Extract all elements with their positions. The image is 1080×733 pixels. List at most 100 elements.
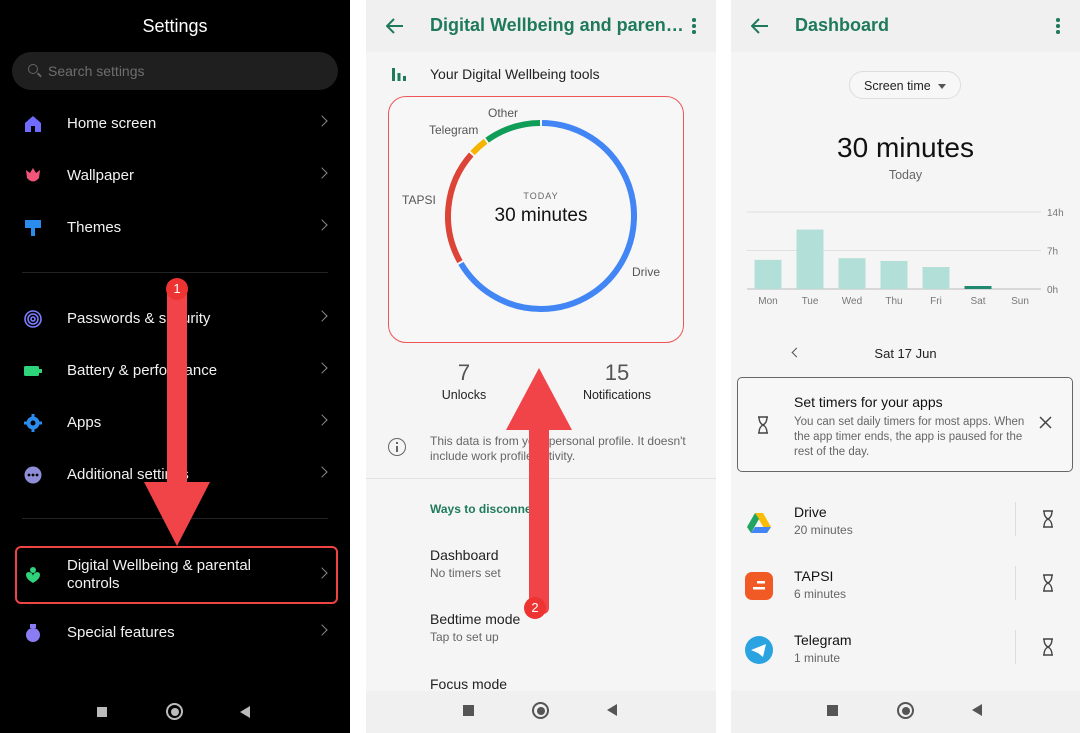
y-tick-label: 14h xyxy=(1047,208,1064,219)
system-nav-bar xyxy=(0,700,350,724)
telegram-icon xyxy=(745,636,773,664)
settings-item-themes[interactable]: Themes xyxy=(0,203,350,253)
app-timer-hourglass-icon[interactable] xyxy=(1042,574,1054,592)
highlight-box xyxy=(15,546,338,604)
home-button[interactable] xyxy=(532,702,549,719)
divider xyxy=(1015,630,1016,664)
settings-item-home-screen[interactable]: Home screen xyxy=(0,99,350,149)
bar-thu[interactable] xyxy=(880,260,908,289)
recents-button[interactable] xyxy=(97,707,107,717)
app-timer-hourglass-icon[interactable] xyxy=(1042,510,1054,528)
system-nav-bar xyxy=(366,691,716,733)
x-tick-label: Wed xyxy=(842,296,862,307)
dropdown-label: Screen time xyxy=(864,79,931,93)
fingerprint-icon xyxy=(24,310,42,328)
app-name: Telegram xyxy=(794,632,852,648)
close-icon[interactable] xyxy=(1039,416,1052,429)
app-usage-time: 20 minutes xyxy=(794,523,853,537)
gear-icon xyxy=(24,414,42,432)
settings-item-special-features[interactable]: Special features xyxy=(0,608,350,658)
divider xyxy=(1015,566,1016,600)
x-tick-label: Sun xyxy=(1011,296,1029,307)
screen-time-dropdown[interactable]: Screen time xyxy=(849,71,961,99)
bar-fri[interactable] xyxy=(922,267,950,289)
chevron-right-icon xyxy=(316,167,328,179)
timer-card-body: You can set daily timers for most apps. … xyxy=(794,416,1025,458)
system-nav-bar xyxy=(731,691,1080,733)
settings-item-label: Themes xyxy=(67,219,122,236)
chevron-right-icon xyxy=(316,414,328,426)
chevron-right-icon xyxy=(316,219,328,231)
app-name: Drive xyxy=(794,504,827,520)
settings-item-label: Special features xyxy=(67,624,175,641)
back-button[interactable] xyxy=(607,704,617,716)
battery-icon xyxy=(24,366,42,376)
brush-icon xyxy=(25,220,41,236)
chevron-right-icon xyxy=(316,624,328,636)
search-input[interactable] xyxy=(48,52,328,90)
recents-button[interactable] xyxy=(827,705,838,716)
app-row-tapsi[interactable]: TAPSI 6 minutes xyxy=(731,562,1080,620)
chevron-right-icon xyxy=(316,362,328,374)
recents-button[interactable] xyxy=(463,705,474,716)
ring-label-tapsi: TAPSI xyxy=(402,193,436,207)
page-title: Settings xyxy=(142,16,208,36)
x-tick-label: Tue xyxy=(802,296,819,307)
digital-wellbeing-panel: Digital Wellbeing and paren… Your Digita… xyxy=(366,0,716,733)
chevron-right-icon xyxy=(316,466,328,478)
ring-label-drive: Drive xyxy=(632,265,661,279)
app-name: TAPSI xyxy=(794,568,834,584)
ring-label-telegram: Telegram xyxy=(429,123,479,137)
chevron-down-icon xyxy=(938,84,946,89)
home-button[interactable] xyxy=(897,702,914,719)
info-icon xyxy=(388,438,406,456)
settings-item-label: Wallpaper xyxy=(67,167,134,184)
app-row-drive[interactable]: Drive 20 minutes xyxy=(731,498,1080,556)
ring-label-other: Other xyxy=(488,106,519,120)
settings-item-label: Apps xyxy=(67,414,102,431)
y-tick-label: 7h xyxy=(1047,247,1058,258)
home-icon xyxy=(25,116,41,132)
home-button[interactable] xyxy=(166,703,183,720)
search-bar[interactable] xyxy=(12,52,338,90)
timer-tip-card: Set timers for your apps You can set dai… xyxy=(737,377,1073,472)
weekly-screen-time-chart[interactable]: 14h 7h 0h Mon Tue Wed Thu Fri Sat Sun xyxy=(731,200,1080,312)
notifications-count: 15 xyxy=(604,360,630,385)
screen-time-period: Today xyxy=(888,168,923,182)
usage-ring-chart xyxy=(445,120,637,312)
bar-tue[interactable] xyxy=(796,229,824,289)
potion-icon xyxy=(26,624,40,642)
overflow-menu-icon[interactable] xyxy=(1056,18,1060,34)
selected-date: Sat 17 Jun xyxy=(874,346,937,361)
focus-mode-row[interactable]: Focus mode xyxy=(430,676,507,692)
app-usage-time: 1 minute xyxy=(794,651,841,665)
back-arrow-icon[interactable] xyxy=(751,17,769,35)
divider xyxy=(22,272,328,273)
ring-segment-other xyxy=(485,120,541,143)
search-icon xyxy=(28,64,38,74)
instruction-arrow-up xyxy=(506,368,572,614)
x-tick-label: Sat xyxy=(970,296,985,307)
screen-time-total: 30 minutes xyxy=(494,205,588,226)
app-timer-hourglass-icon[interactable] xyxy=(1042,638,1054,656)
settings-panel: Settings Home screen Wallpaper Themes Pa… xyxy=(0,0,350,733)
back-button[interactable] xyxy=(240,706,250,718)
hourglass-icon xyxy=(758,416,768,434)
google-drive-icon xyxy=(747,513,771,533)
screen-time-total: 30 minutes xyxy=(837,132,974,163)
tulip-icon xyxy=(26,168,40,182)
settings-item-wallpaper[interactable]: Wallpaper xyxy=(0,151,350,201)
page-title: Dashboard xyxy=(795,15,890,35)
bar-sat[interactable] xyxy=(964,286,992,289)
x-tick-label: Fri xyxy=(930,296,942,307)
settings-item-label: Home screen xyxy=(67,115,157,132)
dashboard-panel: Dashboard Screen time 30 minutes Today 1… xyxy=(731,0,1080,733)
bar-wed[interactable] xyxy=(838,258,866,289)
y-tick-label: 0h xyxy=(1047,285,1058,296)
bar-mon[interactable] xyxy=(754,259,782,289)
row-subtitle: No timers set xyxy=(430,566,501,580)
row-title: Dashboard xyxy=(430,547,499,563)
back-button[interactable] xyxy=(972,704,982,716)
app-row-telegram[interactable]: Telegram 1 minute xyxy=(731,626,1080,684)
step-badge: 1 xyxy=(166,278,188,300)
